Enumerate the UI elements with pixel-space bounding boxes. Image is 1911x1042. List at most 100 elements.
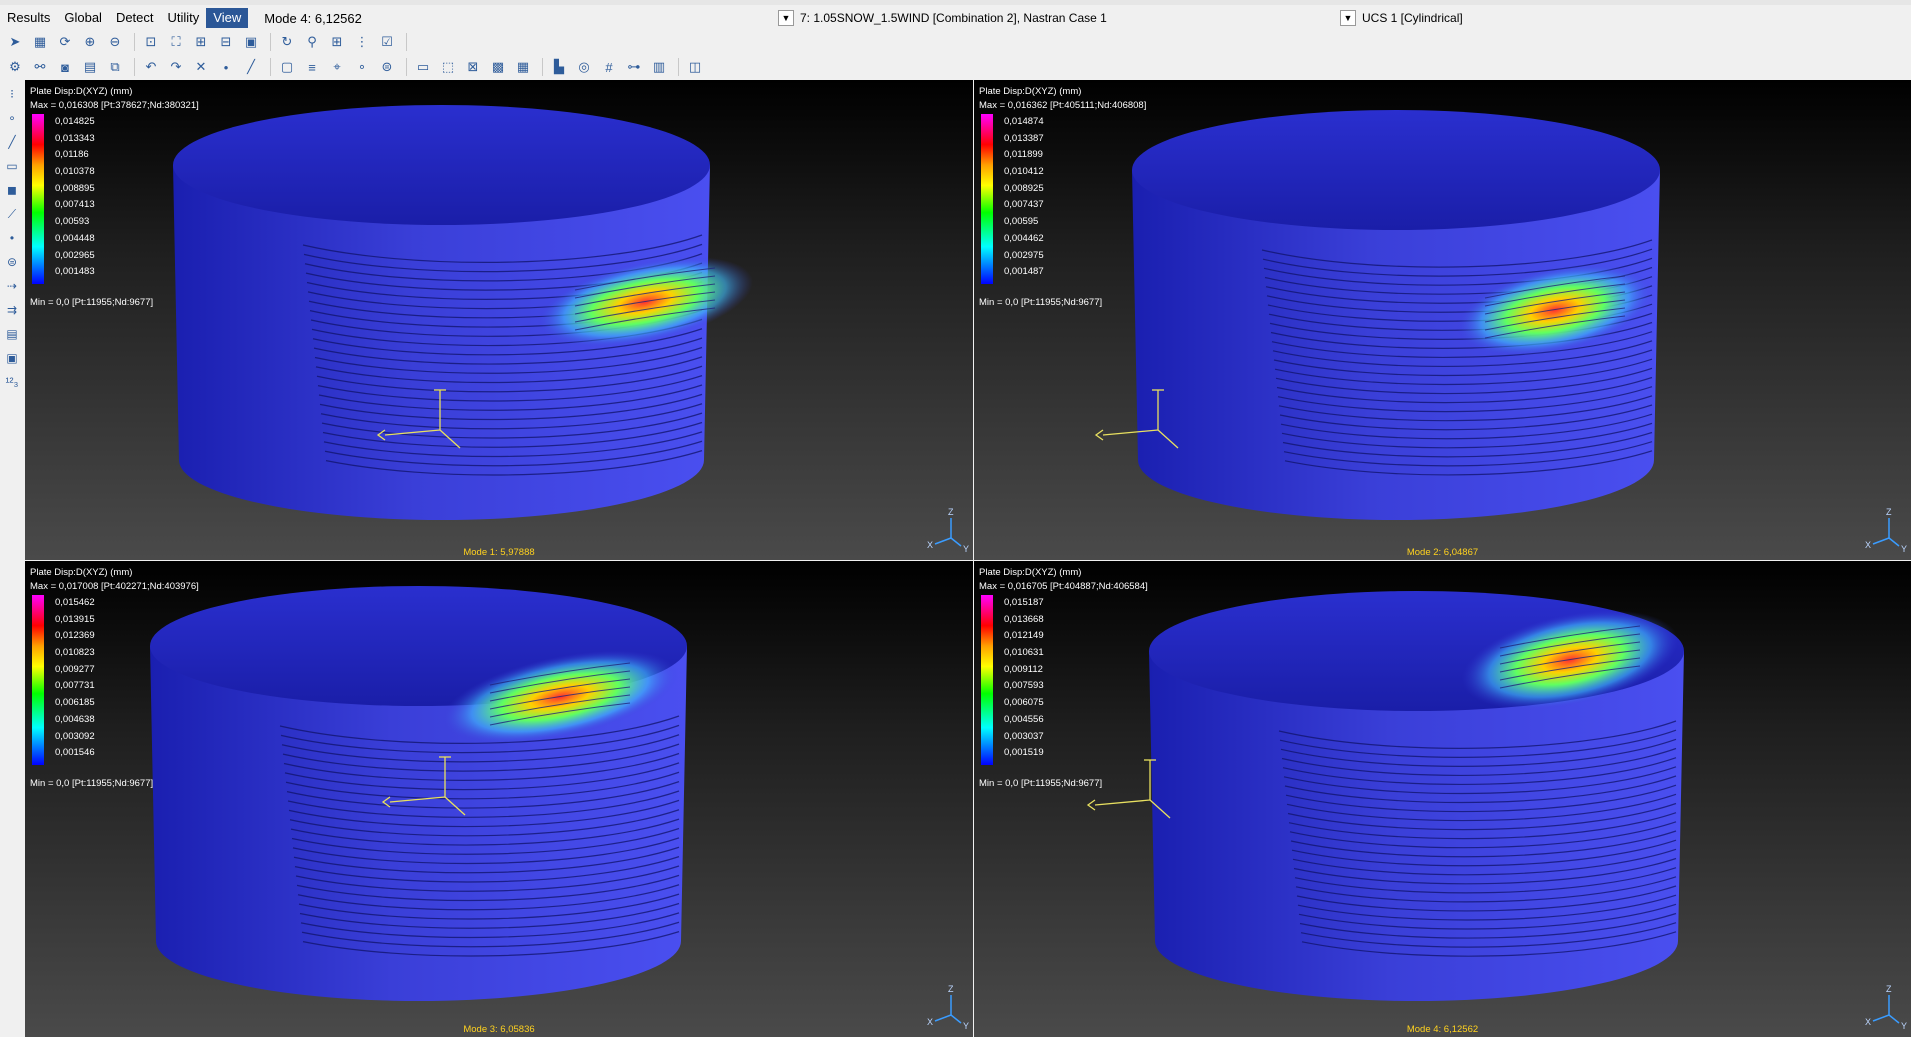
solid-icon[interactable]: ◼ <box>2 180 22 200</box>
line-icon[interactable]: ╱ <box>240 57 262 77</box>
delete-icon[interactable]: ✕ <box>190 57 212 77</box>
rect-icon[interactable]: ▭ <box>2 156 22 176</box>
stack-icon[interactable]: ≡ <box>301 57 323 77</box>
model-icon[interactable]: ▦ <box>29 32 51 52</box>
point-icon[interactable]: ∘ <box>2 108 22 128</box>
axis-label-z: Z <box>948 507 954 517</box>
beam-icon[interactable]: ⟋ <box>2 204 22 224</box>
legend-value: 0,01186 <box>55 149 89 161</box>
toolbar-separator <box>678 58 679 76</box>
axis-label-z: Z <box>1886 507 1892 517</box>
select-icon[interactable]: ⬚ <box>437 57 459 77</box>
model-render[interactable]: X YZ <box>25 561 973 1037</box>
legend-value: 0,002975 <box>1004 249 1044 261</box>
mode-caption: Mode 2: 6,04867 <box>1406 547 1479 558</box>
refresh-icon[interactable]: ⟳ <box>54 32 76 52</box>
node-icon[interactable]: • <box>2 228 22 248</box>
color-legend-bar <box>32 595 44 765</box>
zoom-fit-icon[interactable]: ⛶ <box>165 32 187 52</box>
status-bar <box>0 1037 1911 1042</box>
min-readout: Min = 0,0 [Pt:11955;Nd:9677] <box>30 297 154 308</box>
mode-caption: Mode 3: 6,05836 <box>463 1024 535 1035</box>
remove-icon[interactable]: ⊟ <box>215 32 237 52</box>
ruler-icon[interactable]: ▭ <box>412 57 434 77</box>
node-icon[interactable]: • <box>215 57 237 77</box>
pick-icon[interactable]: ➤ <box>4 32 26 52</box>
copy-icon[interactable]: ⧉ <box>104 57 126 77</box>
rotate-icon[interactable]: ↻ <box>276 32 298 52</box>
settings-icon[interactable]: ⚙ <box>4 57 26 77</box>
section-icon[interactable]: ◫ <box>684 57 706 77</box>
camera-icon[interactable]: ◙ <box>54 57 76 77</box>
mode-field: Mode 4: 6,12562 <box>264 10 362 26</box>
legend-value: 0,004556 <box>1004 713 1044 725</box>
max-readout: Max = 0,017008 [Pt:402271;Nd:403976] <box>30 581 199 592</box>
mesh-icon[interactable]: ⊠ <box>462 57 484 77</box>
binoculars-icon[interactable]: ⚯ <box>29 57 51 77</box>
point-icon[interactable]: ∘ <box>351 57 373 77</box>
legend-value: 0,009277 <box>55 663 95 675</box>
menu-global[interactable]: Global <box>57 8 109 28</box>
viewport-mode-2[interactable]: X Y Z Plate Disp:D(XYZ) (mm) Max = 0,016362 … <box>974 80 1911 560</box>
viewport-mode-1[interactable]: X Y Z Plate Disp:D(XYZ) (mm) Max = 0,016308 … <box>25 80 973 560</box>
numbering-icon[interactable]: ¹²₃ <box>2 372 22 392</box>
undo-icon[interactable]: ↶ <box>140 57 162 77</box>
legend-value: 0,010378 <box>55 166 95 178</box>
render-icon[interactable]: ▥ <box>648 57 670 77</box>
legend-value: 0,001483 <box>55 266 95 278</box>
model-render[interactable]: X YZ <box>25 80 973 560</box>
check-icon[interactable]: ☑ <box>376 32 398 52</box>
menu-detect[interactable]: Detect <box>109 8 161 28</box>
chart-icon[interactable]: ▙ <box>548 57 570 77</box>
screen-icon[interactable]: ▣ <box>2 348 22 368</box>
model-render[interactable]: X YZ <box>974 80 1911 560</box>
menu-view[interactable]: View <box>206 8 249 28</box>
chevron-down-icon[interactable]: ▼ <box>778 10 794 26</box>
plane-icon[interactable]: ◎ <box>573 57 595 77</box>
min-readout: Min = 0,0 [Pt:11955;Nd:9677] <box>979 297 1103 308</box>
grid2-icon[interactable]: ▩ <box>487 57 509 77</box>
model-render[interactable]: X YZ <box>974 561 1911 1037</box>
table-icon[interactable]: ▦ <box>512 57 534 77</box>
result-title: Plate Disp:D(XYZ) (mm) <box>979 567 1082 578</box>
legend-value: 0,013343 <box>55 132 95 144</box>
toolbar-separator <box>270 33 271 51</box>
layout-4-icon[interactable]: ⊞ <box>326 32 348 52</box>
link-icon[interactable]: ⇢ <box>2 276 22 296</box>
magnify-icon[interactable]: ⚲ <box>301 32 323 52</box>
panel-icon[interactable]: ▤ <box>2 324 22 344</box>
view-icon[interactable]: ▣ <box>240 32 262 52</box>
legend-value: 0,009112 <box>1004 663 1043 675</box>
legend-value: 0,010823 <box>55 647 95 659</box>
legend-value: 0,004638 <box>55 713 95 725</box>
viewport-mode-3[interactable]: X Y Z Plate Disp:D(XYZ) (mm) Max = 0,017008 … <box>25 561 973 1037</box>
cylinder-icon[interactable]: ⊜ <box>376 57 398 77</box>
toolbar-separator <box>406 33 407 51</box>
zoom-box-icon[interactable]: ⊡ <box>140 32 162 52</box>
viewport-mode-4[interactable]: X Y Z Plate Disp:D(XYZ) (mm) Max = 0,016705 … <box>974 561 1911 1037</box>
load-case-select[interactable]: ▼ 7: 1.05SNOW_1.5WIND [Combination 2], N… <box>778 8 1107 28</box>
zoom-in-icon[interactable]: ⊕ <box>79 32 101 52</box>
zoom-out-icon[interactable]: ⊖ <box>104 32 126 52</box>
legend-value: 0,00593 <box>55 216 90 228</box>
menu-utility[interactable]: Utility <box>161 8 207 28</box>
cylinder-icon[interactable]: ⊜ <box>2 252 22 272</box>
shell-icon[interactable]: ▢ <box>276 57 298 77</box>
ucs-select[interactable]: ▼ UCS 1 [Cylindrical] <box>1340 8 1463 28</box>
grid-icon[interactable]: ⋮ <box>351 32 373 52</box>
toolbar-separator <box>134 58 135 76</box>
line-icon[interactable]: ╱ <box>2 132 22 152</box>
hash-icon[interactable]: # <box>598 57 620 77</box>
color-legend-bar <box>32 114 44 284</box>
flow-icon[interactable]: ⇉ <box>2 300 22 320</box>
menu-results[interactable]: Results <box>0 8 57 28</box>
dots-icon[interactable]: ⁝ <box>2 84 22 104</box>
probe-icon[interactable]: ⌖ <box>326 57 348 77</box>
legend-value: 0,007731 <box>55 680 95 692</box>
tree-icon[interactable]: ⊶ <box>623 57 645 77</box>
layer-icon[interactable]: ▤ <box>79 57 101 77</box>
add-icon[interactable]: ⊞ <box>190 32 212 52</box>
chevron-down-icon[interactable]: ▼ <box>1340 10 1356 26</box>
global-axis-indicator <box>1872 995 1900 1024</box>
redo-icon[interactable]: ↷ <box>165 57 187 77</box>
